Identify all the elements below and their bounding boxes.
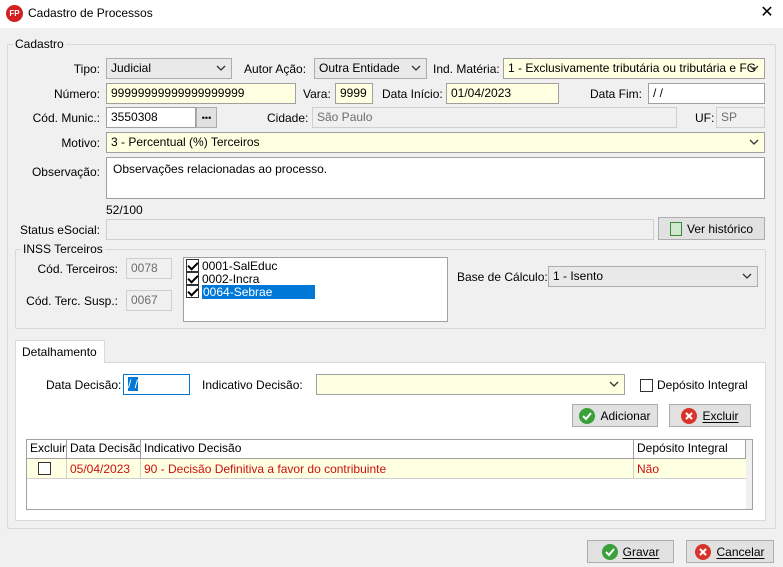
- motivo-select[interactable]: 3 - Percentual (%) Terceiros: [106, 132, 765, 153]
- checkbox[interactable]: [186, 285, 199, 298]
- cadastro-group-label: Cadastro: [13, 37, 66, 51]
- cod-terceiros-input: 0078: [126, 258, 172, 279]
- checklist-item-label: 0002-Incra: [202, 271, 260, 286]
- document-icon: [669, 221, 682, 236]
- tab-detalhamento-label: Detalhamento: [22, 345, 97, 359]
- cod-terceiros-label: Cód. Terceiros:: [37, 262, 118, 276]
- close-icon[interactable]: ✕: [756, 2, 778, 24]
- checklist-item-selected[interactable]: 0064-Sebrae: [186, 284, 315, 299]
- adicionar-button[interactable]: Adicionar: [572, 404, 658, 427]
- table-row[interactable]: 05/04/2023 90 - Decisão Definitiva a fav…: [27, 459, 746, 479]
- vara-input[interactable]: 9999: [335, 83, 373, 104]
- grid-header-row: Excluir Data Decisão Indicativo Decisão …: [27, 440, 746, 459]
- checklist-item-label: 0001-SalEduc: [202, 258, 278, 273]
- ellipsis-icon: •••: [201, 112, 212, 123]
- data-decisao-value: / /: [128, 377, 139, 391]
- row-excluir-checkbox[interactable]: [38, 462, 51, 475]
- checklist-item[interactable]: 0002-Incra: [186, 271, 315, 286]
- excluir-button[interactable]: Excluir: [669, 404, 751, 427]
- grid-cell-indicativo: 90 - Decisão Definitiva a favor do contr…: [141, 459, 634, 478]
- data-decisao-label: Data Decisão:: [46, 378, 122, 392]
- gravar-button[interactable]: Gravar: [587, 540, 674, 563]
- cod-terc-susp-input: 0067: [126, 290, 172, 311]
- tipo-value: Judicial: [111, 61, 152, 75]
- data-fim-label: Data Fim:: [590, 87, 643, 101]
- base-calculo-select[interactable]: 1 - Isento: [548, 266, 758, 287]
- grid-cell-data: 05/04/2023: [67, 459, 141, 478]
- cidade-input: São Paulo: [312, 107, 677, 128]
- window-title: Cadastro de Processos: [28, 6, 153, 20]
- cancel-icon: [695, 543, 712, 560]
- observacao-label: Observação:: [31, 165, 100, 179]
- gravar-label: Gravar: [622, 544, 660, 559]
- grid-cell-deposito: Não: [637, 462, 660, 476]
- cod-terc-susp-label: Cód. Terc. Susp.:: [26, 294, 118, 308]
- ver-historico-label: Ver histórico: [686, 221, 754, 236]
- delete-icon: [681, 407, 698, 424]
- check-icon: [601, 543, 618, 560]
- data-inicio-label: Data Início:: [382, 87, 443, 101]
- chevron-down-icon: [410, 62, 422, 74]
- chevron-down-icon: [215, 62, 227, 74]
- deposito-integral-checkbox-row[interactable]: Depósito Integral: [640, 378, 748, 392]
- materia-label: Ind. Matéria:: [433, 62, 500, 76]
- autor-select[interactable]: Outra Entidade: [314, 58, 427, 79]
- data-inicio-input[interactable]: 01/04/2023: [446, 83, 559, 104]
- autor-label: Autor Ação:: [244, 62, 307, 76]
- chevron-down-icon: [748, 136, 760, 148]
- numero-input[interactable]: 99999999999999999999: [106, 83, 296, 104]
- tab-detalhamento[interactable]: Detalhamento: [15, 340, 105, 363]
- inss-group-label: INSS Terceiros: [21, 242, 105, 256]
- uf-label: UF:: [695, 111, 715, 125]
- deposito-integral-label: Depósito Integral: [657, 378, 748, 392]
- base-calculo-label: Base de Cálculo:: [457, 270, 548, 284]
- data-fim-input[interactable]: / /: [648, 83, 765, 104]
- cidade-label: Cidade:: [267, 111, 309, 125]
- cod-munic-label: Cód. Munic.:: [32, 111, 100, 125]
- grid-header-indicativo[interactable]: Indicativo Decisão: [141, 440, 634, 458]
- grid-header-data-decisao[interactable]: Data Decisão: [67, 440, 141, 458]
- indicativo-decisao-label: Indicativo Decisão:: [202, 378, 303, 392]
- status-esocial-label: Status eSocial:: [19, 223, 100, 237]
- observacao-textarea[interactable]: Observações relacionadas ao processo.: [106, 157, 765, 199]
- grid-cell-excluir[interactable]: [27, 459, 67, 478]
- chevron-down-icon: [608, 378, 620, 390]
- adicionar-label: Adicionar: [600, 408, 651, 423]
- char-count: 52/100: [106, 203, 143, 217]
- chevron-down-icon: [741, 270, 753, 282]
- materia-select[interactable]: 1 - Exclusivamente tributária ou tributá…: [503, 58, 765, 79]
- grid-header-excluir[interactable]: Excluir: [27, 440, 67, 458]
- checklist-item[interactable]: 0001-SalEduc: [186, 258, 315, 273]
- grid-header-deposito[interactable]: Depósito Integral: [634, 440, 746, 458]
- tipo-label: Tipo:: [73, 62, 100, 76]
- chevron-down-icon: [748, 62, 760, 74]
- deposito-integral-checkbox[interactable]: [640, 378, 653, 392]
- status-esocial-input: [106, 219, 654, 240]
- numero-label: Número:: [53, 87, 100, 101]
- motivo-label: Motivo:: [61, 136, 100, 150]
- cancelar-label: Cancelar: [716, 544, 765, 559]
- checkbox[interactable]: [186, 259, 199, 272]
- check-icon: [579, 407, 596, 424]
- grid-scrollbar[interactable]: [746, 440, 752, 509]
- data-decisao-input[interactable]: / /: [123, 374, 190, 395]
- cancelar-button[interactable]: Cancelar: [686, 540, 774, 563]
- base-calculo-value: 1 - Isento: [553, 269, 604, 283]
- cod-munic-input[interactable]: 3550308: [106, 107, 196, 128]
- materia-value: 1 - Exclusivamente tributária ou tributá…: [508, 61, 757, 75]
- indicativo-decisao-select[interactable]: [316, 374, 625, 395]
- vara-label: Vara:: [303, 87, 331, 101]
- uf-input: SP: [716, 107, 765, 128]
- excluir-label: Excluir: [702, 408, 739, 423]
- app-logo-icon: FP: [6, 5, 23, 22]
- motivo-value: 3 - Percentual (%) Terceiros: [111, 135, 260, 149]
- checklist-item-label: 0064-Sebrae: [202, 284, 315, 299]
- ver-historico-button[interactable]: Ver histórico: [658, 217, 765, 240]
- cod-munic-lookup-button[interactable]: •••: [196, 107, 217, 128]
- checkbox[interactable]: [186, 272, 199, 285]
- autor-value: Outra Entidade: [319, 61, 400, 75]
- tipo-select[interactable]: Judicial: [106, 58, 232, 79]
